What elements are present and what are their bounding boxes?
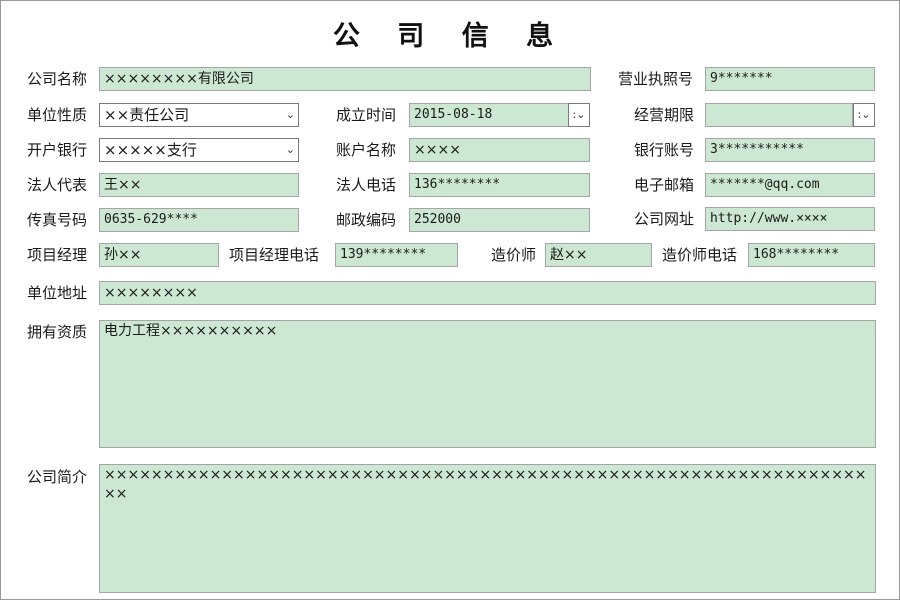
- legal-phone-label: 法人电话: [336, 176, 397, 194]
- bank-select[interactable]: ×××××支行 ⌄: [99, 138, 299, 162]
- company-name-field[interactable]: ××××××××有限公司: [99, 67, 591, 91]
- account-name-label: 账户名称: [336, 141, 397, 159]
- website-field[interactable]: http://www.××××: [705, 207, 875, 231]
- bank-account-label: 银行账号: [634, 141, 695, 159]
- date-spinner-icon[interactable]: :⌄: [853, 103, 875, 127]
- cost-engineer-phone-field[interactable]: 168********: [748, 243, 875, 267]
- legal-rep-field[interactable]: 王××: [99, 173, 299, 197]
- pm-phone-label: 项目经理电话: [229, 246, 320, 264]
- qualification-textarea[interactable]: 电力工程××××××××××: [99, 320, 876, 448]
- bank-account-field[interactable]: 3***********: [705, 138, 875, 162]
- unit-nature-select[interactable]: ××责任公司 ⌄: [99, 103, 299, 127]
- company-name-label: 公司名称: [27, 70, 88, 88]
- fax-field[interactable]: 0635-629****: [99, 208, 299, 232]
- legal-phone-field[interactable]: 136********: [409, 173, 590, 197]
- established-date-field[interactable]: 2015-08-18: [409, 103, 569, 127]
- established-label: 成立时间: [336, 106, 397, 124]
- qualification-label: 拥有资质: [27, 323, 88, 341]
- postcode-field[interactable]: 252000: [409, 208, 590, 232]
- business-term-field[interactable]: [705, 103, 853, 127]
- legal-rep-label: 法人代表: [27, 176, 88, 194]
- address-label: 单位地址: [27, 284, 88, 302]
- account-name-field[interactable]: ××××: [409, 138, 590, 162]
- address-field[interactable]: ××××××××: [99, 281, 876, 305]
- cost-engineer-label: 造价师: [491, 246, 537, 264]
- unit-nature-value: ××责任公司: [104, 106, 190, 124]
- email-label: 电子邮箱: [634, 176, 695, 194]
- pm-phone-field[interactable]: 139********: [335, 243, 458, 267]
- bank-value: ×××××支行: [104, 141, 197, 159]
- date-spinner-icon[interactable]: :⌄: [568, 103, 590, 127]
- chevron-down-icon: ⌄: [285, 143, 295, 156]
- intro-label: 公司简介: [27, 468, 88, 486]
- license-no-field[interactable]: 9*******: [705, 67, 875, 91]
- website-label: 公司网址: [634, 210, 695, 228]
- bank-label: 开户银行: [27, 141, 88, 159]
- pm-label: 项目经理: [27, 246, 88, 264]
- intro-textarea[interactable]: ××××××××××××××××××××××××××××××××××××××××…: [99, 464, 876, 593]
- business-term-label: 经营期限: [634, 106, 695, 124]
- license-no-label: 营业执照号: [618, 70, 694, 88]
- fax-label: 传真号码: [27, 211, 88, 229]
- unit-nature-label: 单位性质: [27, 106, 88, 124]
- postcode-label: 邮政编码: [336, 211, 397, 229]
- cost-engineer-field[interactable]: 赵××: [545, 243, 652, 267]
- cost-engineer-phone-label: 造价师电话: [662, 246, 738, 264]
- chevron-down-icon: ⌄: [285, 108, 295, 121]
- email-field[interactable]: *******@qq.com: [705, 173, 875, 197]
- page-title: 公 司 信 息: [332, 21, 568, 52]
- pm-field[interactable]: 孙××: [99, 243, 219, 267]
